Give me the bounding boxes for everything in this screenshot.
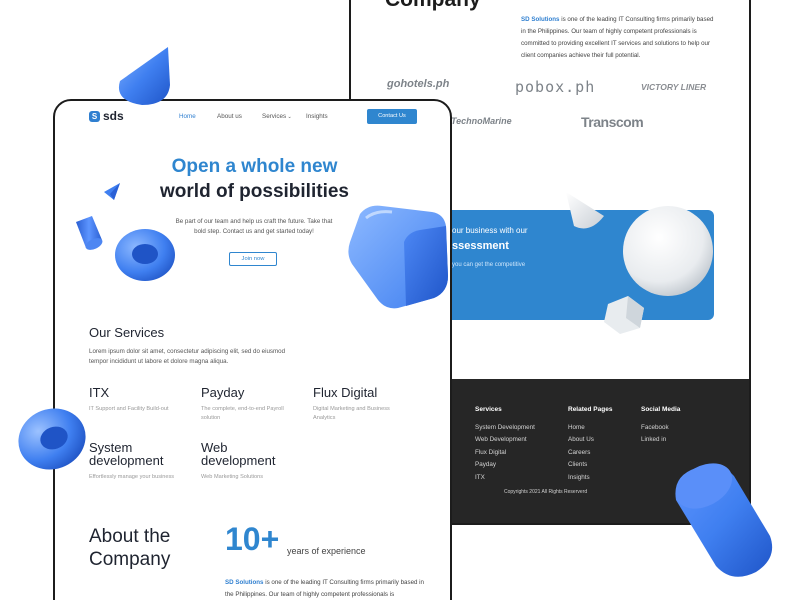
join-now-button[interactable]: Join now (229, 252, 277, 266)
footer-link[interactable]: Payday (475, 459, 535, 471)
hero-subtitle: Be part of our team and help us craft th… (175, 218, 333, 235)
cone-shape (566, 192, 604, 229)
about-highlight: SD Solutions (225, 579, 264, 586)
company-heading: Company (385, 0, 481, 12)
company-description: SD Solutions is one of the leading IT Co… (521, 14, 717, 62)
nav-home[interactable]: Home (179, 113, 196, 120)
torus-shape-large (18, 408, 86, 470)
footer-link[interactable]: About Us (568, 434, 612, 446)
service-card-system-dev[interactable]: System development Effortlessly manage y… (89, 441, 185, 482)
service-name: ITX (89, 385, 110, 400)
client-logo-pobox: pobox.ph (515, 78, 596, 96)
footer-link[interactable]: System Development (475, 422, 535, 434)
years-label: years of experience (287, 546, 366, 556)
service-name: Flux Digital (313, 385, 378, 400)
hero-title-line-1: Open a whole new (171, 156, 338, 177)
torus-shape (115, 229, 175, 281)
footer-heading: Related Pages (568, 406, 613, 413)
nav-about[interactable]: About us (217, 113, 242, 120)
service-desc: Digital Marketing and Business Analytics (313, 406, 390, 421)
small-cone-shape (104, 183, 120, 200)
service-name: Payday (201, 385, 245, 400)
cylinder-small-shape (76, 216, 103, 250)
footer-link[interactable]: Home (568, 422, 612, 434)
cone-shape-blue (118, 47, 170, 105)
footer-link[interactable]: Clients (568, 459, 612, 471)
footer-col-social: Social Media Facebook Linked in (641, 406, 680, 447)
service-card-web-dev[interactable]: Web development Web Marketing Solutions (201, 441, 297, 482)
footer-col-related: Related Pages Home About Us Careers Clie… (568, 406, 612, 484)
about-description: SD Solutions is one of the leading IT Co… (225, 577, 425, 600)
logo-mark-icon: S (89, 110, 100, 122)
service-name: Web development (201, 440, 276, 468)
service-card-payday[interactable]: Payday The complete, end-to-end Payroll … (201, 386, 301, 423)
nav-services[interactable]: Services ⌄ (262, 113, 292, 120)
footer-link[interactable]: ITX (475, 472, 535, 484)
service-card-itx[interactable]: ITX IT Support and Facility Build-out (89, 386, 189, 414)
service-desc: Effortlessly manage your business (89, 474, 175, 480)
footer-link[interactable]: Web Development (475, 434, 535, 446)
company-name-highlight: SD Solutions (521, 16, 560, 23)
nav-insights[interactable]: Insights (306, 113, 328, 120)
footer-link[interactable]: Careers (568, 447, 612, 459)
client-logo-victory-liner: VICTORY LINER (641, 82, 707, 92)
footer-link[interactable]: Insights (568, 472, 612, 484)
footer-link[interactable]: Facebook (641, 422, 680, 434)
service-desc: The complete, end-to-end Payroll solutio… (201, 406, 284, 421)
banner-line-1: our business with our (452, 226, 528, 235)
footer-link[interactable]: Linked in (641, 434, 680, 446)
about-heading: About the Company (89, 526, 171, 570)
nav-services-label: Services (262, 113, 287, 120)
cube-shape (348, 205, 448, 309)
cylinder-shape (675, 463, 773, 577)
service-card-flux[interactable]: Flux Digital Digital Marketing and Busin… (313, 386, 413, 423)
copyright-text: Copyrights 2021 All Rights Reserverd (504, 489, 588, 495)
service-desc: IT Support and Facility Build-out (89, 406, 169, 412)
footer-col-services: Services System Development Web Developm… (475, 406, 535, 484)
service-name: System development (89, 440, 164, 468)
contact-us-button[interactable]: Contact Us (367, 109, 417, 124)
years-number: 10+ (225, 521, 280, 557)
client-logo-transcom: Transcom (581, 114, 644, 130)
footer-heading: Social Media (641, 406, 681, 413)
footer-heading: Services (475, 406, 502, 413)
footer-link[interactable]: Flux Digital (475, 447, 535, 459)
front-device-screen: S sds Home About us Services ⌄ Insights … (53, 99, 452, 600)
small-cube-shape (604, 296, 644, 334)
client-logo-gohotels: gohotels.ph (387, 78, 450, 90)
banner-subtext: you can get the competitive (452, 262, 526, 268)
sphere-shape (623, 206, 713, 296)
banner-heading: ssessment (452, 240, 509, 252)
site-logo[interactable]: S sds (89, 109, 124, 123)
service-desc: Web Marketing Solutions (201, 474, 264, 480)
services-description: Lorem ipsum dolor sit amet, consectetur … (89, 348, 286, 365)
showcase-canvas: Company SD Solutions is one of the leadi… (0, 0, 800, 600)
logo-text: sds (103, 109, 124, 123)
services-heading: Our Services (89, 325, 165, 340)
chevron-down-icon: ⌄ (286, 114, 292, 120)
client-logo-technomarine: TechnoMarine (451, 116, 512, 126)
